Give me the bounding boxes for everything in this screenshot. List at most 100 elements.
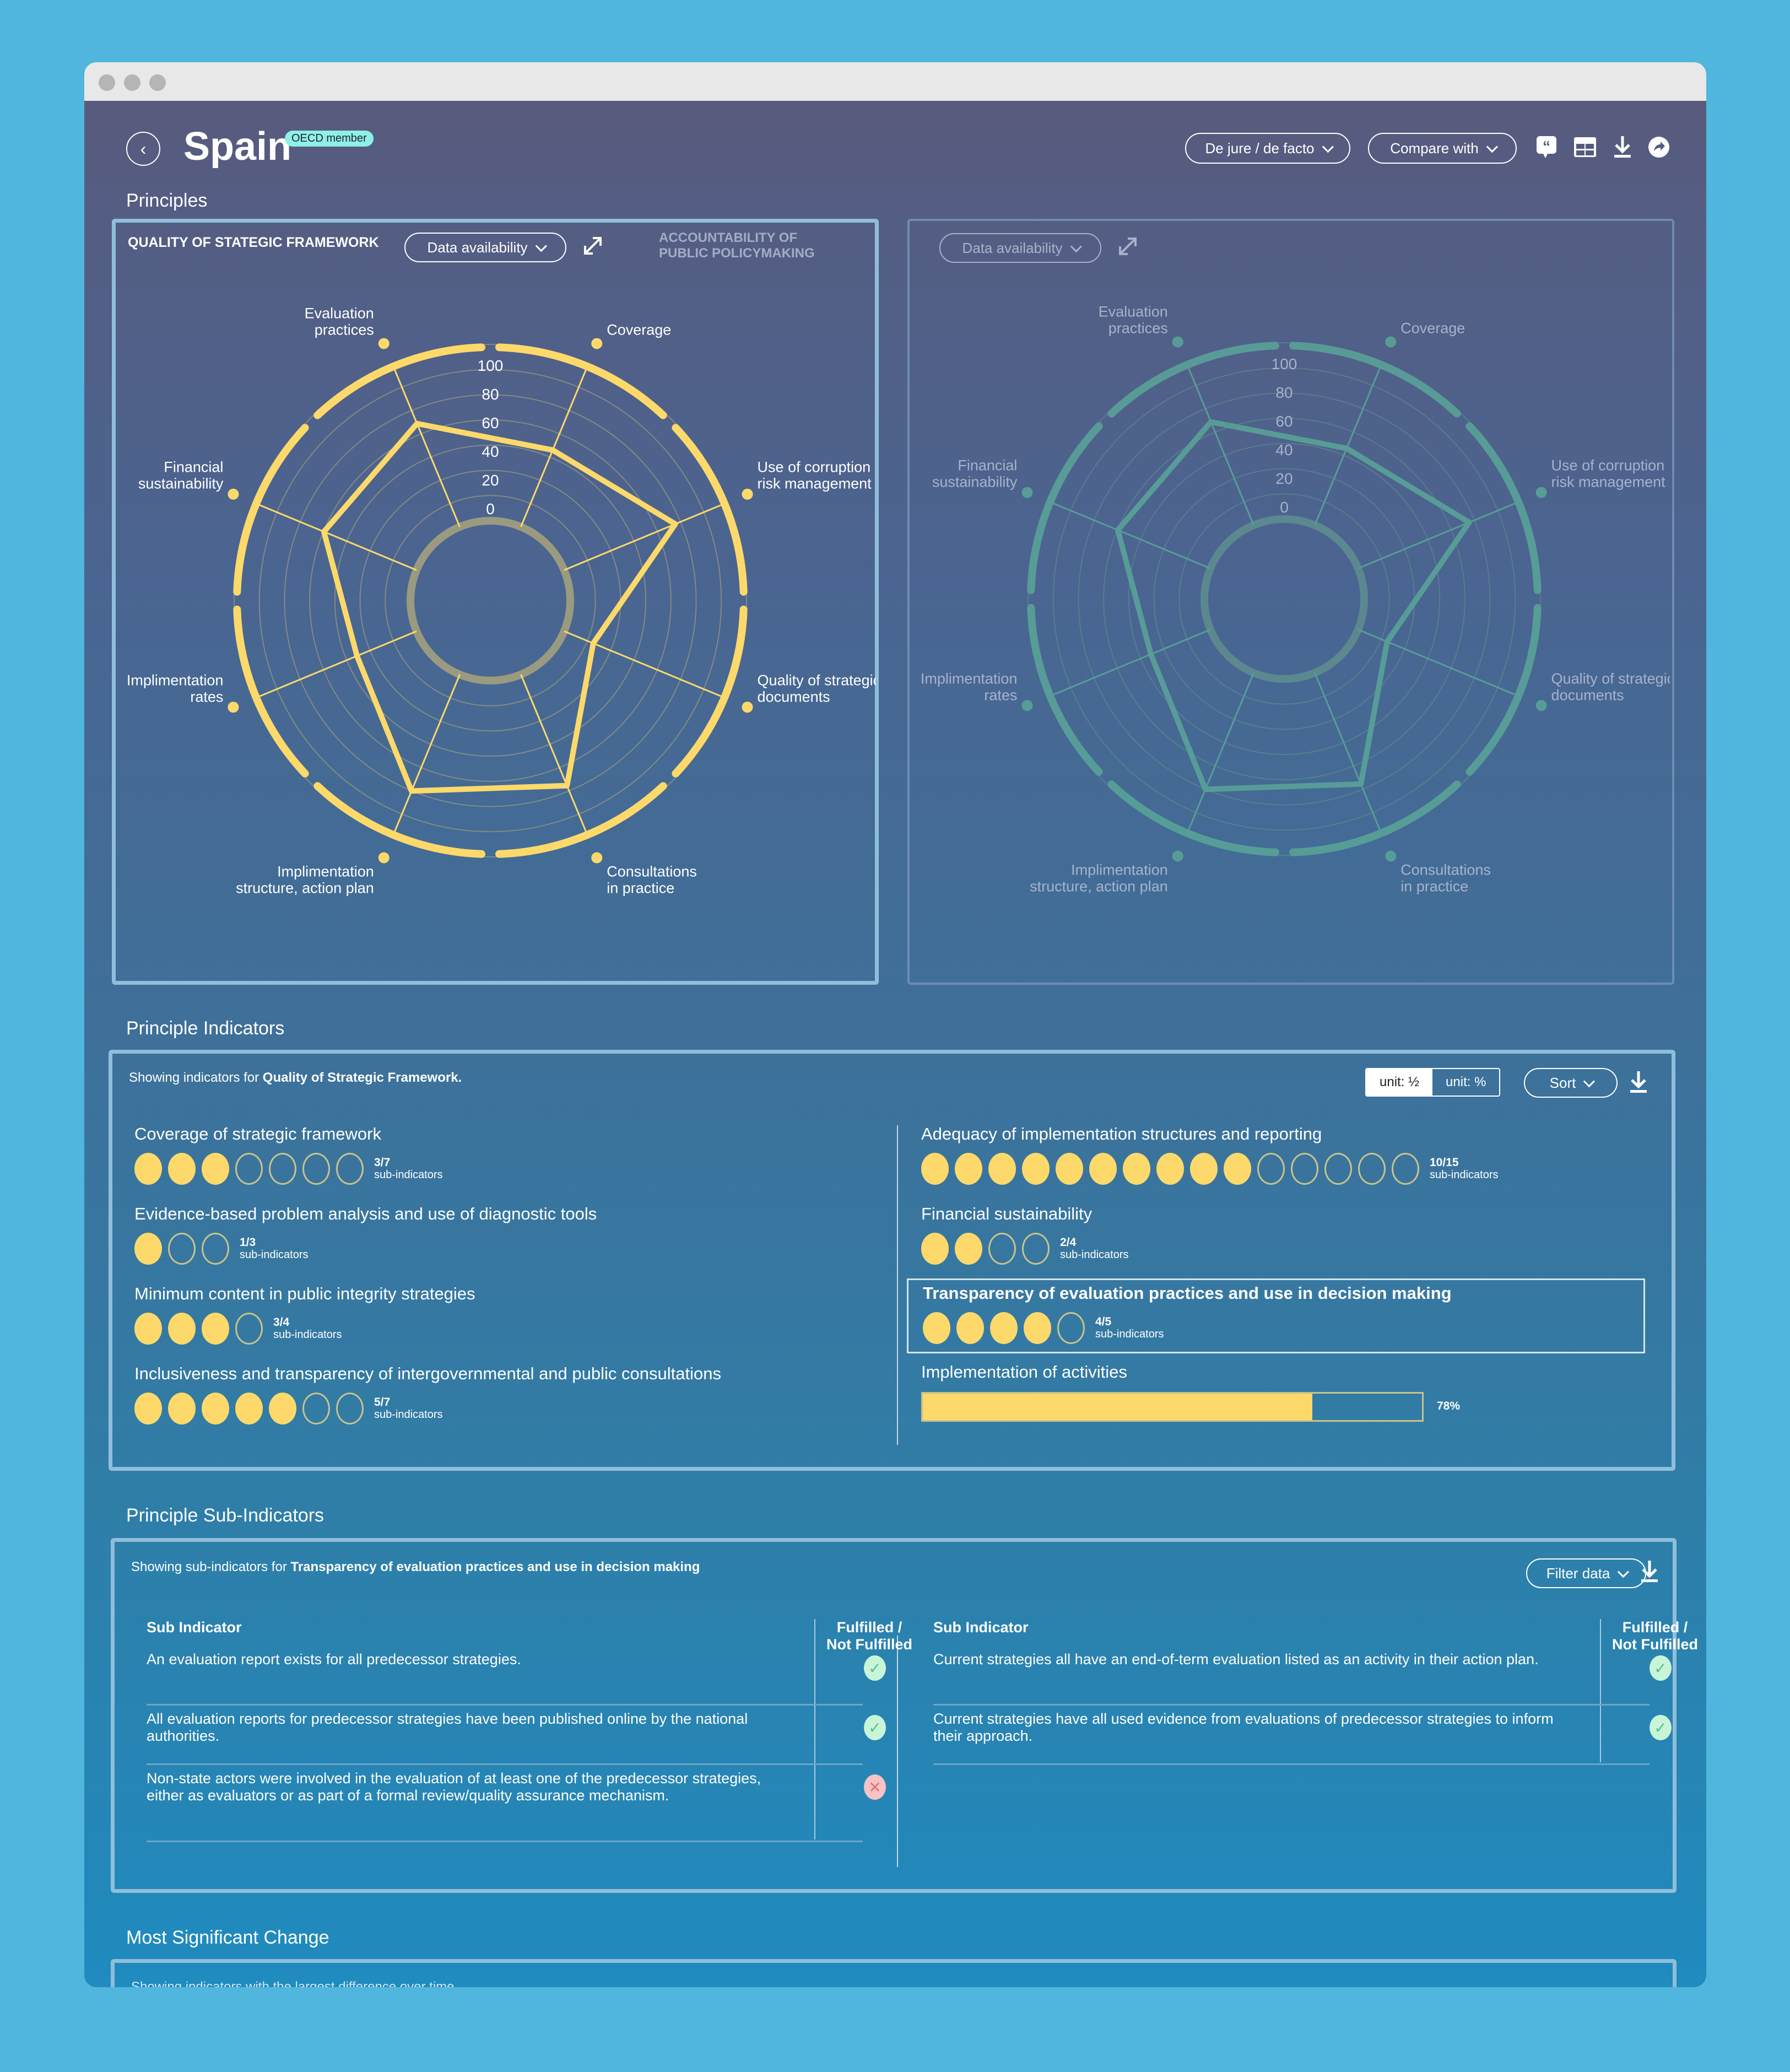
back-button[interactable]: ‹: [126, 132, 160, 166]
sub-showing-text: Showing sub-indicators for Transparency …: [131, 1560, 700, 1575]
indicator-item[interactable]: Financial sustainability 2/4 sub-indicator…: [921, 1204, 1637, 1270]
empty-dot: [269, 1153, 296, 1185]
share-button[interactable]: [1646, 134, 1672, 160]
indicator-item[interactable]: Inclusiveness and transparency of interg…: [134, 1364, 851, 1430]
indicator-item[interactable]: Minimum content in public integrity stra…: [134, 1284, 851, 1350]
sort-select[interactable]: Sort: [1524, 1068, 1618, 1098]
filter-data-select[interactable]: Filter data: [1526, 1558, 1646, 1588]
filled-dot: [202, 1313, 229, 1345]
page-content: ‹ Spain OECD member De jure / de facto C…: [84, 101, 1706, 1987]
tick-label: 20: [1275, 470, 1293, 487]
axis-spoke: [392, 366, 461, 527]
empty-dot: [302, 1393, 330, 1424]
filled-dot: [988, 1153, 1016, 1185]
indicator-item[interactable]: Coverage of strategic framework 3/7 sub-in…: [134, 1124, 851, 1190]
sub-indicator-count: 4/5 sub-indicators: [1095, 1316, 1164, 1341]
zero-ring: [407, 517, 574, 684]
chevron-down-icon: [1322, 141, 1334, 153]
axis-label: Coverage: [1400, 320, 1465, 336]
implementation-progress-bar: [921, 1392, 1424, 1422]
unit-toggle[interactable]: unit: ½ unit: %: [1365, 1068, 1501, 1097]
window-chrome: [84, 62, 1706, 101]
filled-dot: [134, 1233, 162, 1265]
quote-button[interactable]: “: [1533, 134, 1560, 160]
axis-label: Quality of strategic documents: [1551, 670, 1670, 703]
empty-dot: [1022, 1233, 1050, 1265]
indicators-download-button[interactable]: [1629, 1070, 1648, 1097]
empty-dot: [1057, 1312, 1085, 1344]
axis-spoke: [1314, 672, 1382, 834]
empty-dot: [988, 1233, 1016, 1265]
indicators-showing-text: Showing indicators for Quality of Strate…: [129, 1070, 462, 1086]
sub-indicators-heading: Principle Sub-Indicators: [126, 1505, 325, 1526]
axis-marker-dot: [228, 702, 239, 713]
axis-spoke: [392, 674, 461, 835]
tick-label: 100: [1272, 355, 1297, 373]
filled-dot: [1156, 1153, 1184, 1185]
principle-panel-left[interactable]: QUALITY OF STATEGIC FRAMEWORK Data avail…: [112, 219, 879, 985]
table-view-button[interactable]: [1572, 134, 1598, 160]
indicator-item[interactable]: Adequacy of implementation structures an…: [921, 1124, 1637, 1190]
empty-dot: [336, 1393, 364, 1424]
axis-marker-dot: [1021, 487, 1033, 498]
count-label: sub-indicators: [374, 1409, 443, 1421]
axis-spoke: [1186, 672, 1254, 834]
indicator-name: Implementation of activities: [921, 1362, 1127, 1382]
table-icon: [1574, 137, 1596, 157]
row-divider: [147, 1763, 863, 1765]
principle-panel-right[interactable]: Data availability 0 20 40 60 80 100 Coverage Us…: [907, 219, 1674, 985]
data-point: [552, 449, 554, 451]
axis-marker-dot: [1535, 700, 1547, 711]
axis-spoke: [520, 674, 588, 835]
download-icon: [1614, 136, 1631, 158]
filled-dot: [134, 1153, 162, 1185]
data-point: [1210, 421, 1212, 423]
tick-label: 20: [482, 472, 499, 489]
count-value: 2/4: [1060, 1236, 1077, 1249]
axis-marker-dot: [228, 488, 239, 500]
axis-marker-dot: [591, 852, 603, 864]
column-header-status: Fulfilled / Not Fulfilled: [826, 1619, 912, 1653]
data-point: [1360, 783, 1362, 785]
window-minimize-button[interactable]: [124, 74, 140, 91]
radar-chart-left: 0 20 40 60 80 100 Coverage Use of corruption ris…: [127, 305, 876, 897]
row-divider: [147, 1841, 863, 1842]
sub-indicator-dots: 5/7 sub-indicators: [134, 1393, 443, 1424]
data-point: [674, 523, 676, 525]
mode-select-label: De jure / de facto: [1205, 139, 1315, 157]
indicators-panel: Showing indicators for Quality of Strate…: [109, 1050, 1675, 1471]
download-button[interactable]: [1609, 134, 1636, 160]
column-header-sub-indicator: Sub Indicator: [933, 1619, 1029, 1636]
tick-label: 40: [482, 443, 499, 460]
download-icon: [1641, 1561, 1658, 1582]
axis-spoke: [1050, 629, 1211, 697]
unit-percent-option[interactable]: unit: %: [1432, 1069, 1499, 1096]
filled-dot: [1224, 1153, 1251, 1185]
window-close-button[interactable]: [99, 74, 115, 91]
sub-indicator-text: All evaluation reports for predecessor s…: [147, 1711, 748, 1744]
indicator-item[interactable]: Evidence-based problem analysis and use …: [134, 1204, 851, 1270]
unit-half-option[interactable]: unit: ½: [1366, 1069, 1433, 1096]
filled-dot: [168, 1153, 196, 1185]
mode-select[interactable]: De jure / de facto: [1185, 133, 1350, 164]
column-divider: [897, 1636, 898, 1867]
axis-label: Implimentation structure, action plan: [236, 864, 374, 897]
axis-marker-dot: [1385, 850, 1397, 862]
filled-dot: [269, 1393, 296, 1424]
sub-download-button[interactable]: [1640, 1560, 1659, 1587]
tick-label: 100: [478, 357, 504, 374]
axis-label: Use of corruption risk management: [758, 459, 872, 492]
count-label: sub-indicators: [240, 1249, 309, 1261]
chevron-left-icon: ‹: [140, 138, 147, 159]
column-header-status: Fulfilled / Not Fulfilled: [1612, 1619, 1698, 1653]
compare-with-select[interactable]: Compare with: [1368, 133, 1517, 164]
window-maximize-button[interactable]: [149, 74, 166, 91]
tick-label: 80: [1275, 384, 1293, 401]
sub-indicator-dots: 1/3 sub-indicators: [134, 1233, 309, 1265]
filled-dot: [956, 1312, 984, 1344]
indicator-name: Evidence-based problem analysis and use …: [134, 1204, 597, 1223]
chevron-down-icon: [1486, 141, 1498, 153]
indicator-item[interactable]: Transparency of evaluation practices and…: [907, 1278, 1645, 1353]
empty-dot: [168, 1233, 196, 1265]
axis-marker-dot: [378, 852, 390, 864]
